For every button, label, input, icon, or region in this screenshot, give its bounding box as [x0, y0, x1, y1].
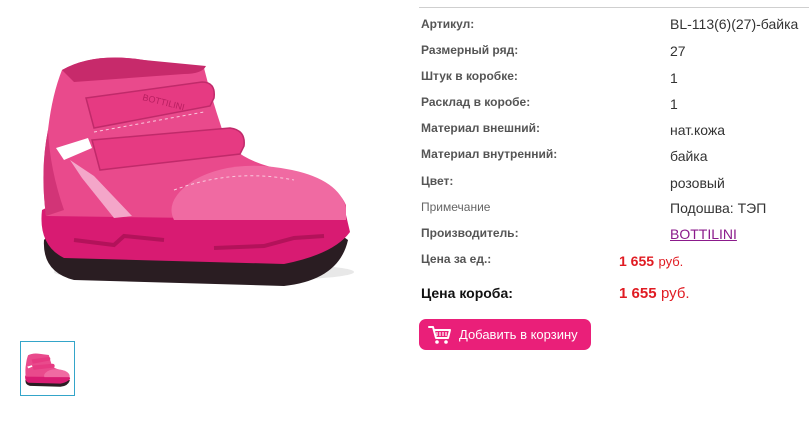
- spec-value: Подошва: ТЭП: [670, 200, 767, 216]
- spec-label: Материал внутренний:: [421, 147, 558, 161]
- unit-price-row: Цена за ед.: 1 655 руб.: [0, 252, 809, 278]
- spec-row-article: Артикул: BL-113(6)(27)-байка: [0, 16, 809, 43]
- spec-row-manufacturer: Производитель: BOTTILINI: [0, 226, 809, 252]
- spec-row-box-layout: Расклад в коробе: 1: [0, 95, 809, 121]
- spec-label: Размерный ряд:: [421, 43, 519, 57]
- cart-icon: [428, 325, 451, 344]
- spec-row-color: Цвет: розовый: [0, 174, 809, 200]
- spec-value: 1: [670, 96, 678, 112]
- box-price-row: Цена короба: 1 655 руб.: [0, 285, 809, 311]
- unit-price-amount: 1 655: [619, 253, 655, 269]
- spec-label: Артикул:: [421, 17, 475, 31]
- add-to-cart-label: Добавить в корзину: [459, 327, 578, 342]
- spec-label: Производитель:: [421, 226, 519, 240]
- spec-value: нат.кожа: [670, 122, 726, 138]
- manufacturer-link[interactable]: BOTTILINI: [670, 226, 737, 242]
- unit-price-label: Цена за ед.:: [421, 252, 492, 266]
- spec-label: Материал внешний:: [421, 121, 541, 135]
- spec-row-pieces-per-box: Штук в коробке: 1: [0, 69, 809, 95]
- unit-price-currency: руб.: [658, 254, 684, 269]
- spec-value: 1: [670, 70, 678, 86]
- spec-label: Примечание: [421, 200, 491, 214]
- spec-row-note: Примечание Подошва: ТЭП: [0, 200, 809, 226]
- spec-value: розовый: [670, 175, 725, 191]
- spec-label: Расклад в коробе:: [421, 95, 531, 109]
- box-price-currency: руб.: [661, 285, 690, 302]
- spec-value: байка: [670, 148, 708, 164]
- spec-row-outer-material: Материал внешний: нат.кожа: [0, 121, 809, 147]
- add-to-cart-button[interactable]: Добавить в корзину: [419, 319, 591, 350]
- spec-row-size-range: Размерный ряд: 27: [0, 43, 809, 69]
- spec-label: Штук в коробке:: [421, 69, 518, 83]
- box-price: 1 655 руб.: [619, 285, 690, 303]
- spec-value: 27: [670, 43, 686, 59]
- box-price-amount: 1 655: [619, 285, 657, 302]
- product-thumbnail[interactable]: [20, 341, 75, 396]
- pink-boot-thumbnail: [25, 352, 71, 387]
- box-price-label: Цена короба:: [421, 285, 513, 301]
- spec-row-inner-material: Материал внутренний: байка: [0, 147, 809, 173]
- unit-price: 1 655 руб.: [619, 253, 683, 271]
- spec-value: BL-113(6)(27)-байка: [670, 16, 799, 32]
- spec-label: Цвет:: [421, 174, 454, 188]
- table-top-divider: [419, 7, 809, 8]
